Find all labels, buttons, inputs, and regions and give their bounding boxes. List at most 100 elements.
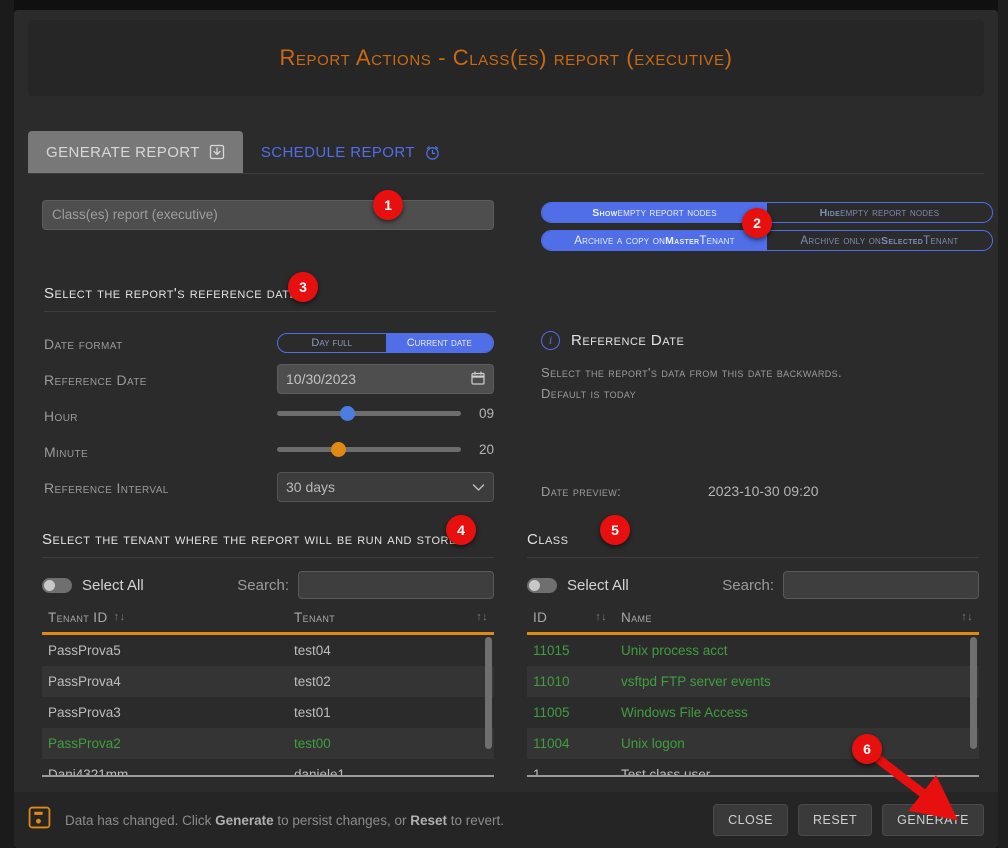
- hour-label: Hour: [44, 408, 78, 424]
- tenant-select-all-label: Select All: [82, 576, 144, 594]
- section-divider-tenant: [42, 557, 494, 558]
- hour-slider[interactable]: 09: [277, 406, 494, 421]
- section-divider-class: [527, 557, 979, 558]
- reference-date-input[interactable]: 10/30/2023: [277, 364, 494, 394]
- sort-icon[interactable]: ↑↓: [595, 611, 607, 623]
- hide-rest: empty report nodes: [840, 206, 940, 219]
- annotation-badge-6: 6: [852, 734, 882, 764]
- tenant-column-tenant-id[interactable]: Tenant ID ↑↓: [48, 610, 294, 625]
- tab-generate-report-label: GENERATE REPORT: [46, 143, 200, 161]
- sort-icon[interactable]: ↑↓: [114, 611, 126, 623]
- hour-value: 09: [478, 406, 494, 421]
- report-name-input[interactable]: Class(es) report (executive): [42, 200, 494, 230]
- table-cell: Windows File Access: [621, 705, 748, 720]
- background-page-left-edge: [0, 0, 14, 848]
- table-cell: Dani4321mm: [48, 767, 129, 775]
- day-full-option[interactable]: Day full: [278, 334, 386, 352]
- tenant-panel: Select the tenant where the report will …: [42, 531, 494, 777]
- reference-date-section-title: Select the report's reference date: [44, 285, 298, 302]
- hour-slider-track[interactable]: [277, 406, 461, 421]
- footer-msg-c: to persist changes, or: [273, 812, 411, 828]
- hide-label: Hide: [819, 206, 841, 219]
- hide-empty-report-nodes-option[interactable]: Hide empty report nodes: [767, 203, 992, 222]
- archive-off-post: Tenant: [923, 234, 959, 247]
- table-row[interactable]: PassProva4 test02: [42, 666, 494, 697]
- tenant-column-tenant[interactable]: Tenant ↑↓: [294, 610, 488, 625]
- minute-slider[interactable]: 20: [277, 442, 494, 457]
- annotation-badge-4: 4: [446, 515, 476, 545]
- reference-date-info-heading: i Reference Date: [541, 331, 684, 350]
- calendar-icon[interactable]: [471, 370, 485, 388]
- show-label: Show: [592, 206, 618, 219]
- minute-slider-track[interactable]: [277, 442, 461, 457]
- table-row[interactable]: 11005 Windows File Access: [527, 697, 979, 728]
- tenant-select-all-toggle[interactable]: [42, 577, 72, 593]
- tenant-table-body[interactable]: PassProva5 test04 PassProva4 test02 PassProv…: [42, 635, 494, 775]
- os-title-bar: [0, 0, 1008, 10]
- info-heading-label: Reference Date: [571, 332, 685, 349]
- current-date-option[interactable]: Current date: [385, 334, 493, 352]
- annotation-badge-2: 2: [742, 208, 772, 238]
- tenant-col-1-label: Tenant: [294, 609, 336, 625]
- tenant-table-controls: Select All Search:: [42, 568, 494, 602]
- class-column-name[interactable]: Name ↑↓: [621, 610, 973, 625]
- show-empty-report-nodes-option[interactable]: Show empty report nodes: [542, 203, 767, 222]
- class-scrollbar-thumb[interactable]: [970, 637, 977, 749]
- tab-generate-report[interactable]: GENERATE REPORT: [28, 131, 243, 173]
- footer-msg-generate: Generate: [215, 812, 274, 828]
- date-preview-label: Date preview:: [541, 484, 622, 499]
- info-line-2: Default is today: [541, 386, 637, 401]
- minute-slider-thumb[interactable]: [330, 442, 346, 457]
- footer-msg-reset: Reset: [410, 812, 447, 828]
- class-column-id[interactable]: ID ↑↓: [533, 610, 607, 625]
- tab-bar: GENERATE REPORT SCHEDULE REPORT: [28, 126, 984, 174]
- class-table-controls: Select All Search:: [527, 568, 979, 602]
- table-cell: test02: [294, 674, 331, 689]
- reference-interval-select[interactable]: 30 days: [277, 472, 494, 502]
- table-cell: 11005: [533, 705, 570, 720]
- class-search-input[interactable]: [783, 571, 979, 599]
- info-icon: i: [541, 331, 560, 350]
- download-icon: [209, 144, 225, 160]
- tenant-scrollbar-thumb[interactable]: [485, 637, 492, 749]
- tenant-search-label: Search:: [237, 576, 289, 594]
- class-select-all-toggle[interactable]: [527, 577, 557, 593]
- table-cell: vsftpd FTP server events: [621, 674, 771, 689]
- page-title: Report Actions - Class(es) report (execu…: [279, 45, 733, 70]
- table-row[interactable]: Dani4321mm daniele1: [42, 759, 494, 775]
- table-row[interactable]: PassProva5 test04: [42, 635, 494, 666]
- sort-icon[interactable]: ↑↓: [961, 611, 973, 623]
- tenant-search-input[interactable]: [298, 571, 494, 599]
- annotation-badge-1: 1: [373, 190, 403, 220]
- report-actions-dialog: Report Actions - Class(es) report (execu…: [14, 10, 998, 848]
- table-row[interactable]: 11010 vsftpd FTP server events: [527, 666, 979, 697]
- table-cell: test04: [294, 643, 331, 658]
- footer-status-message: Data has changed. Click Generate to pers…: [65, 813, 504, 828]
- archive-off-strong: Selected: [881, 234, 924, 247]
- table-cell: 11015: [533, 643, 570, 658]
- sort-icon[interactable]: ↑↓: [476, 611, 488, 623]
- table-cell: PassProva3: [48, 705, 121, 720]
- table-cell: 11010: [533, 674, 570, 689]
- table-row[interactable]: PassProva3 test01: [42, 697, 494, 728]
- archive-selected-tenant-option[interactable]: Archive only on Selected Tenant: [767, 231, 992, 250]
- tab-schedule-report[interactable]: SCHEDULE REPORT: [243, 131, 459, 173]
- tenant-column-headers: Tenant ID ↑↓ Tenant ↑↓: [42, 602, 494, 632]
- reference-interval-label: Reference Interval: [44, 480, 169, 496]
- table-cell: Unix process acct: [621, 643, 728, 658]
- table-cell: test01: [294, 705, 331, 720]
- minute-value: 20: [478, 442, 494, 457]
- hour-slider-thumb[interactable]: [339, 406, 355, 421]
- footer-msg-e: to revert.: [446, 812, 505, 828]
- tenant-section-title: Select the tenant where the report will …: [42, 531, 466, 548]
- date-format-label: Date format: [44, 336, 123, 352]
- dialog-footer: Data has changed. Click Generate to pers…: [14, 792, 998, 848]
- table-row[interactable]: 11015 Unix process acct: [527, 635, 979, 666]
- date-format-toggle[interactable]: Day full Current date: [277, 333, 494, 353]
- close-button[interactable]: CLOSE: [713, 804, 788, 836]
- archive-master-tenant-option[interactable]: Archive a copy on Master Tenant: [542, 231, 767, 250]
- archive-on-post: Tenant: [699, 234, 735, 247]
- table-row[interactable]: PassProva2 test00: [42, 728, 494, 759]
- tenant-col-0-label: Tenant ID: [48, 609, 108, 625]
- annotation-badge-5: 5: [600, 515, 630, 545]
